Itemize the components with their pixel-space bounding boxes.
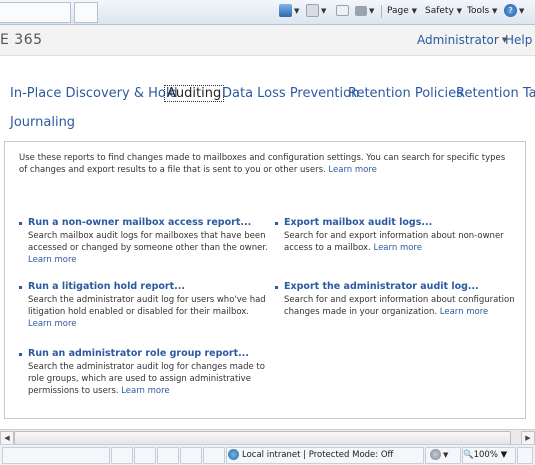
toolbar-divider	[381, 5, 382, 18]
bullet-icon	[275, 222, 278, 225]
status-cell	[134, 447, 156, 464]
user-name: Administrator	[417, 33, 499, 47]
learn-more-link[interactable]: Learn more	[121, 386, 169, 396]
zoom-level: 100%	[473, 450, 498, 460]
chevron-down-icon: ▼	[500, 450, 508, 460]
zoom-icon: 🔍	[463, 450, 474, 460]
tab-retention-policies[interactable]: Retention Policies	[348, 86, 463, 101]
print-button[interactable]: ▼	[355, 4, 374, 19]
status-bar: Local intranet | Protected Mode: Off ▼ 🔍…	[0, 444, 535, 465]
safety-menu-button[interactable]: Safety ▼	[425, 4, 462, 19]
litigation-hold-report-link[interactable]: Run a litigation hold report...	[28, 281, 185, 292]
browser-toolbar: ▼ ▼ ▼ Page ▼ Safety ▼ Tools ▼ ? ▼	[0, 0, 535, 25]
report-description: Search the administrator audit log for c…	[28, 361, 274, 397]
security-zone[interactable]: Local intranet | Protected Mode: Off	[228, 448, 393, 462]
report-description: Search the administrator audit log for u…	[28, 294, 274, 330]
mail-icon	[336, 5, 349, 16]
learn-more-link[interactable]: Learn more	[328, 165, 376, 175]
bullet-icon	[275, 286, 278, 289]
report-description-text: Search the administrator audit log for u…	[28, 295, 266, 317]
help-icon: ?	[504, 4, 517, 17]
tab-retention-tags[interactable]: Retention Tag	[456, 86, 535, 101]
horizontal-scrollbar[interactable]: ◀ ▶	[0, 429, 535, 445]
learn-more-link[interactable]: Learn more	[373, 243, 421, 253]
tools-menu-label: Tools	[467, 6, 490, 16]
gear-icon	[430, 449, 441, 460]
read-mail-button[interactable]	[336, 4, 351, 19]
intro-description: Use these reports to find changes made t…	[19, 153, 506, 175]
chevron-down-icon: ▼	[456, 7, 463, 15]
home-icon	[279, 4, 292, 17]
status-cell	[111, 447, 133, 464]
printer-icon	[355, 5, 367, 16]
safety-menu-label: Safety	[425, 6, 454, 16]
o365-header: E 365 Administrator ▼ Help	[0, 25, 535, 56]
scroll-right-button[interactable]: ▶	[521, 431, 535, 445]
scroll-left-button[interactable]: ◀	[0, 431, 14, 445]
report-description: Search for and export information about …	[284, 294, 516, 318]
report-description: Search mailbox audit logs for mailboxes …	[28, 230, 274, 266]
manage-addons-button[interactable]: ▼	[430, 448, 448, 463]
zone-label: Local intranet | Protected Mode: Off	[242, 450, 394, 460]
rss-feed-icon	[306, 4, 319, 17]
export-mailbox-audit-logs-link[interactable]: Export mailbox audit logs...	[284, 217, 432, 228]
bullet-icon	[19, 222, 22, 225]
report-description: Search for and export information about …	[284, 230, 512, 254]
report-description-text: Search mailbox audit logs for mailboxes …	[28, 231, 268, 253]
scrollbar-thumb[interactable]	[14, 431, 511, 445]
new-tab-button[interactable]	[74, 2, 98, 23]
page-menu-label: Page	[387, 6, 409, 16]
learn-more-link[interactable]: Learn more	[28, 319, 76, 329]
non-owner-mailbox-report-link[interactable]: Run a non-owner mailbox access report...	[28, 217, 251, 228]
feeds-button[interactable]: ▼	[306, 4, 326, 19]
globe-icon	[228, 449, 239, 460]
chevron-down-icon: ▼	[411, 7, 418, 15]
intro-text: Use these reports to find changes made t…	[19, 152, 514, 176]
admin-role-group-report-link[interactable]: Run an administrator role group report..…	[28, 348, 249, 359]
page-menu-button[interactable]: Page ▼	[387, 4, 417, 19]
user-menu[interactable]: Administrator ▼	[417, 33, 507, 47]
chevron-down-icon: ▼	[492, 7, 498, 15]
tab-auditing[interactable]: Auditing	[164, 85, 225, 102]
status-cell	[203, 447, 225, 464]
tools-menu-button[interactable]: Tools ▼	[467, 4, 497, 19]
status-cell	[157, 447, 179, 464]
tab-in-place-discovery[interactable]: In-Place Discovery & Hold	[10, 86, 178, 101]
status-cell	[180, 447, 202, 464]
bullet-icon	[19, 353, 22, 356]
learn-more-link[interactable]: Learn more	[440, 307, 488, 317]
bullet-icon	[19, 286, 22, 289]
help-link[interactable]: Help	[505, 33, 532, 47]
tab-data-loss-prevention[interactable]: Data Loss Prevention	[222, 86, 359, 101]
home-button[interactable]: ▼	[279, 4, 299, 19]
tab-journaling[interactable]: Journaling	[10, 115, 75, 130]
resize-grip[interactable]	[517, 447, 533, 464]
zoom-control[interactable]: 🔍100% ▼	[463, 448, 507, 462]
auditing-panel: Use these reports to find changes made t…	[4, 141, 526, 419]
status-cell	[2, 447, 110, 464]
export-admin-audit-log-link[interactable]: Export the administrator audit log...	[284, 281, 479, 292]
learn-more-link[interactable]: Learn more	[28, 255, 76, 265]
brand-title: E 365	[0, 32, 43, 48]
browser-tab[interactable]	[0, 2, 71, 23]
help-menu-button[interactable]: ? ▼	[504, 4, 524, 19]
